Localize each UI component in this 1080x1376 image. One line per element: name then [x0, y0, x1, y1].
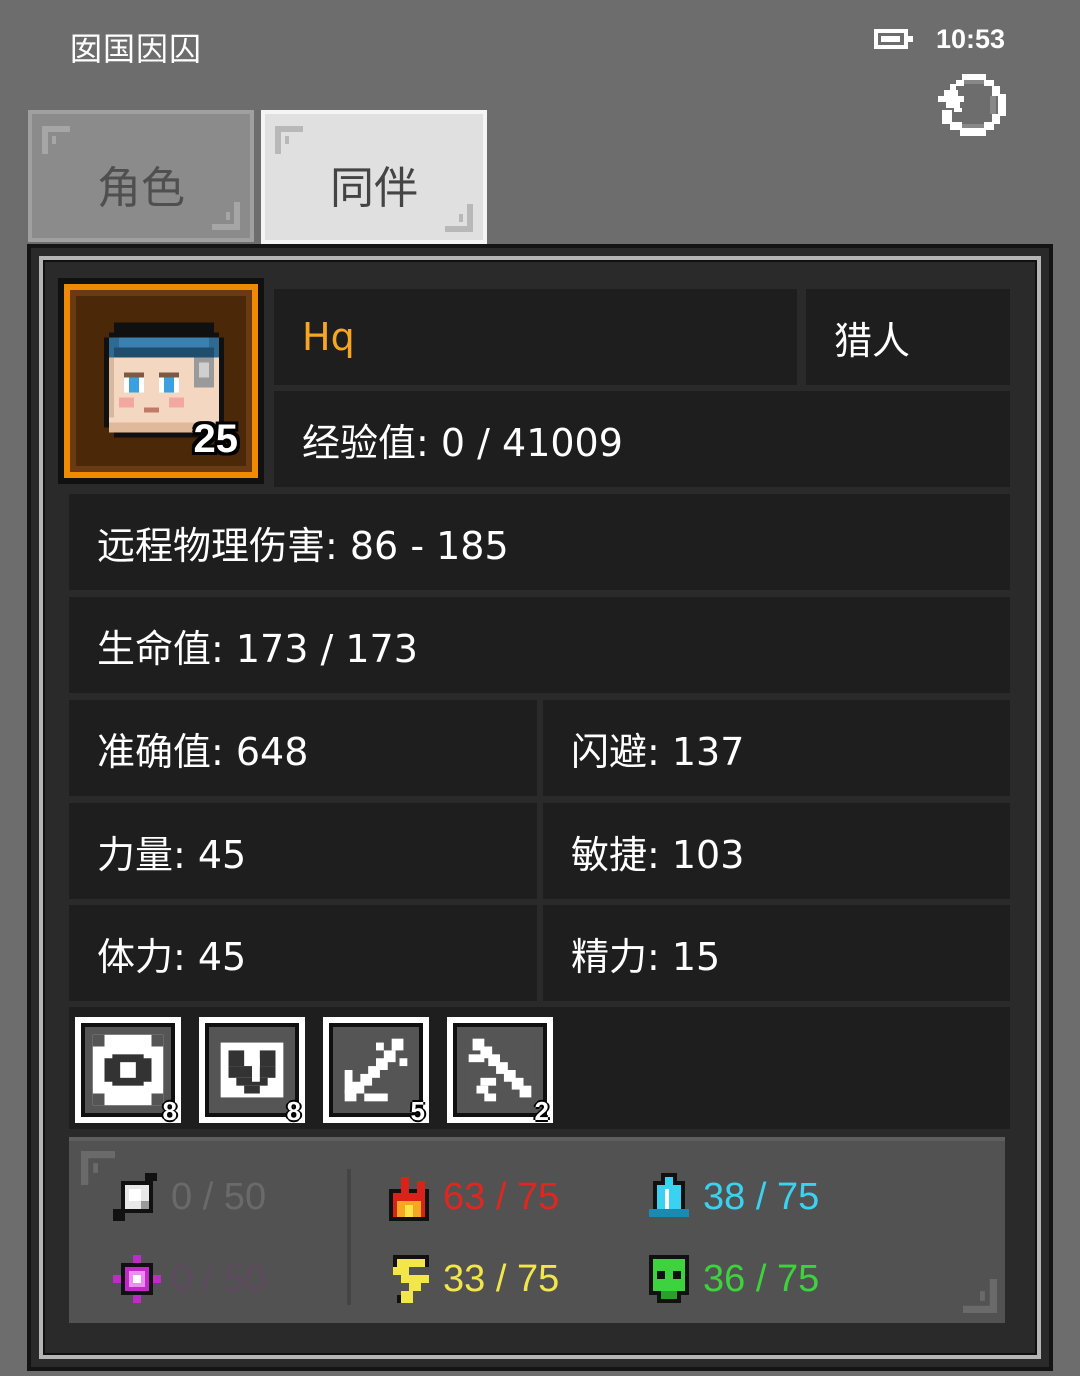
- experience-label: 经验值: 0 / 41009: [274, 391, 1010, 487]
- ice-crystal-icon: [649, 1173, 689, 1217]
- resist-ice: 38 / 75: [641, 1169, 819, 1225]
- evasion-label: 闪避: 137: [543, 700, 1010, 796]
- level-badge: 25: [193, 417, 239, 461]
- fire-icon: [389, 1177, 429, 1221]
- resist-value: 0 / 50: [171, 1175, 267, 1218]
- tab-label: 角色: [97, 163, 185, 214]
- character-name: Hq: [274, 289, 797, 385]
- poison-skull-icon: [649, 1255, 689, 1303]
- resist-value: 0 / 50: [171, 1257, 267, 1300]
- resist-value: 63 / 75: [443, 1175, 560, 1218]
- skill-slot[interactable]: 8: [75, 1017, 181, 1126]
- damage-label: 远程物理伤害: 86 - 185: [69, 494, 1010, 590]
- resist-fire: 63 / 75: [381, 1169, 559, 1225]
- clock: 10:53: [936, 24, 1006, 54]
- eye-icon: [92, 1034, 164, 1106]
- stamina-label: 体力: 45: [69, 905, 537, 1001]
- undo-icon[interactable]: [934, 66, 1014, 146]
- skill-count: 5: [410, 1096, 425, 1126]
- accuracy-label: 准确值: 648: [69, 700, 537, 796]
- battery-icon: [874, 29, 913, 49]
- lightning-icon: [393, 1255, 429, 1303]
- skill-count: 8: [286, 1096, 301, 1126]
- strength-label: 力量: 45: [69, 803, 537, 899]
- resist-physical: 0 / 50: [109, 1169, 266, 1225]
- tab-role[interactable]: 角色: [28, 110, 254, 242]
- skill-count: 8: [162, 1096, 177, 1126]
- hp-label: 生命值: 173 / 173: [69, 597, 1010, 693]
- tab-label: 同伴: [330, 163, 418, 214]
- avatar[interactable]: 25: [58, 278, 264, 484]
- corner-decoration-icon: [963, 1279, 997, 1313]
- resist-magic: 0 / 50: [109, 1251, 266, 1307]
- resistance-panel: 0 / 50 0 / 50 63 / 75 33 / 75 38 / 75 36…: [69, 1137, 1005, 1323]
- heart-shield-icon: [220, 1042, 284, 1098]
- resist-value: 36 / 75: [703, 1257, 820, 1300]
- resist-poison: 36 / 75: [641, 1251, 819, 1307]
- magic-burst-icon: [113, 1255, 161, 1303]
- resist-lightning: 33 / 75: [381, 1251, 559, 1307]
- physical-crystal-icon: [113, 1173, 157, 1221]
- sword-slash-icon: [464, 1034, 536, 1106]
- resist-value: 33 / 75: [443, 1257, 560, 1300]
- skill-count: 2: [534, 1096, 549, 1126]
- corner-decoration-icon: [42, 126, 70, 154]
- skill-slot[interactable]: 8: [199, 1017, 305, 1126]
- arrow-volley-icon: [340, 1034, 412, 1106]
- skill-slot[interactable]: 5: [323, 1017, 429, 1126]
- skills-row: 8 8 5 2: [69, 1007, 1010, 1129]
- agility-label: 敏捷: 103: [543, 803, 1010, 899]
- character-class: 猎人: [806, 289, 1010, 385]
- resistance-divider: [347, 1169, 351, 1305]
- resist-value: 38 / 75: [703, 1175, 820, 1218]
- tab-companion[interactable]: 同伴: [261, 110, 487, 244]
- corner-decoration-icon: [275, 126, 303, 154]
- skill-slot[interactable]: 2: [447, 1017, 553, 1126]
- status-title: 囡国因囚: [70, 30, 203, 68]
- energy-label: 精力: 15: [543, 905, 1010, 1001]
